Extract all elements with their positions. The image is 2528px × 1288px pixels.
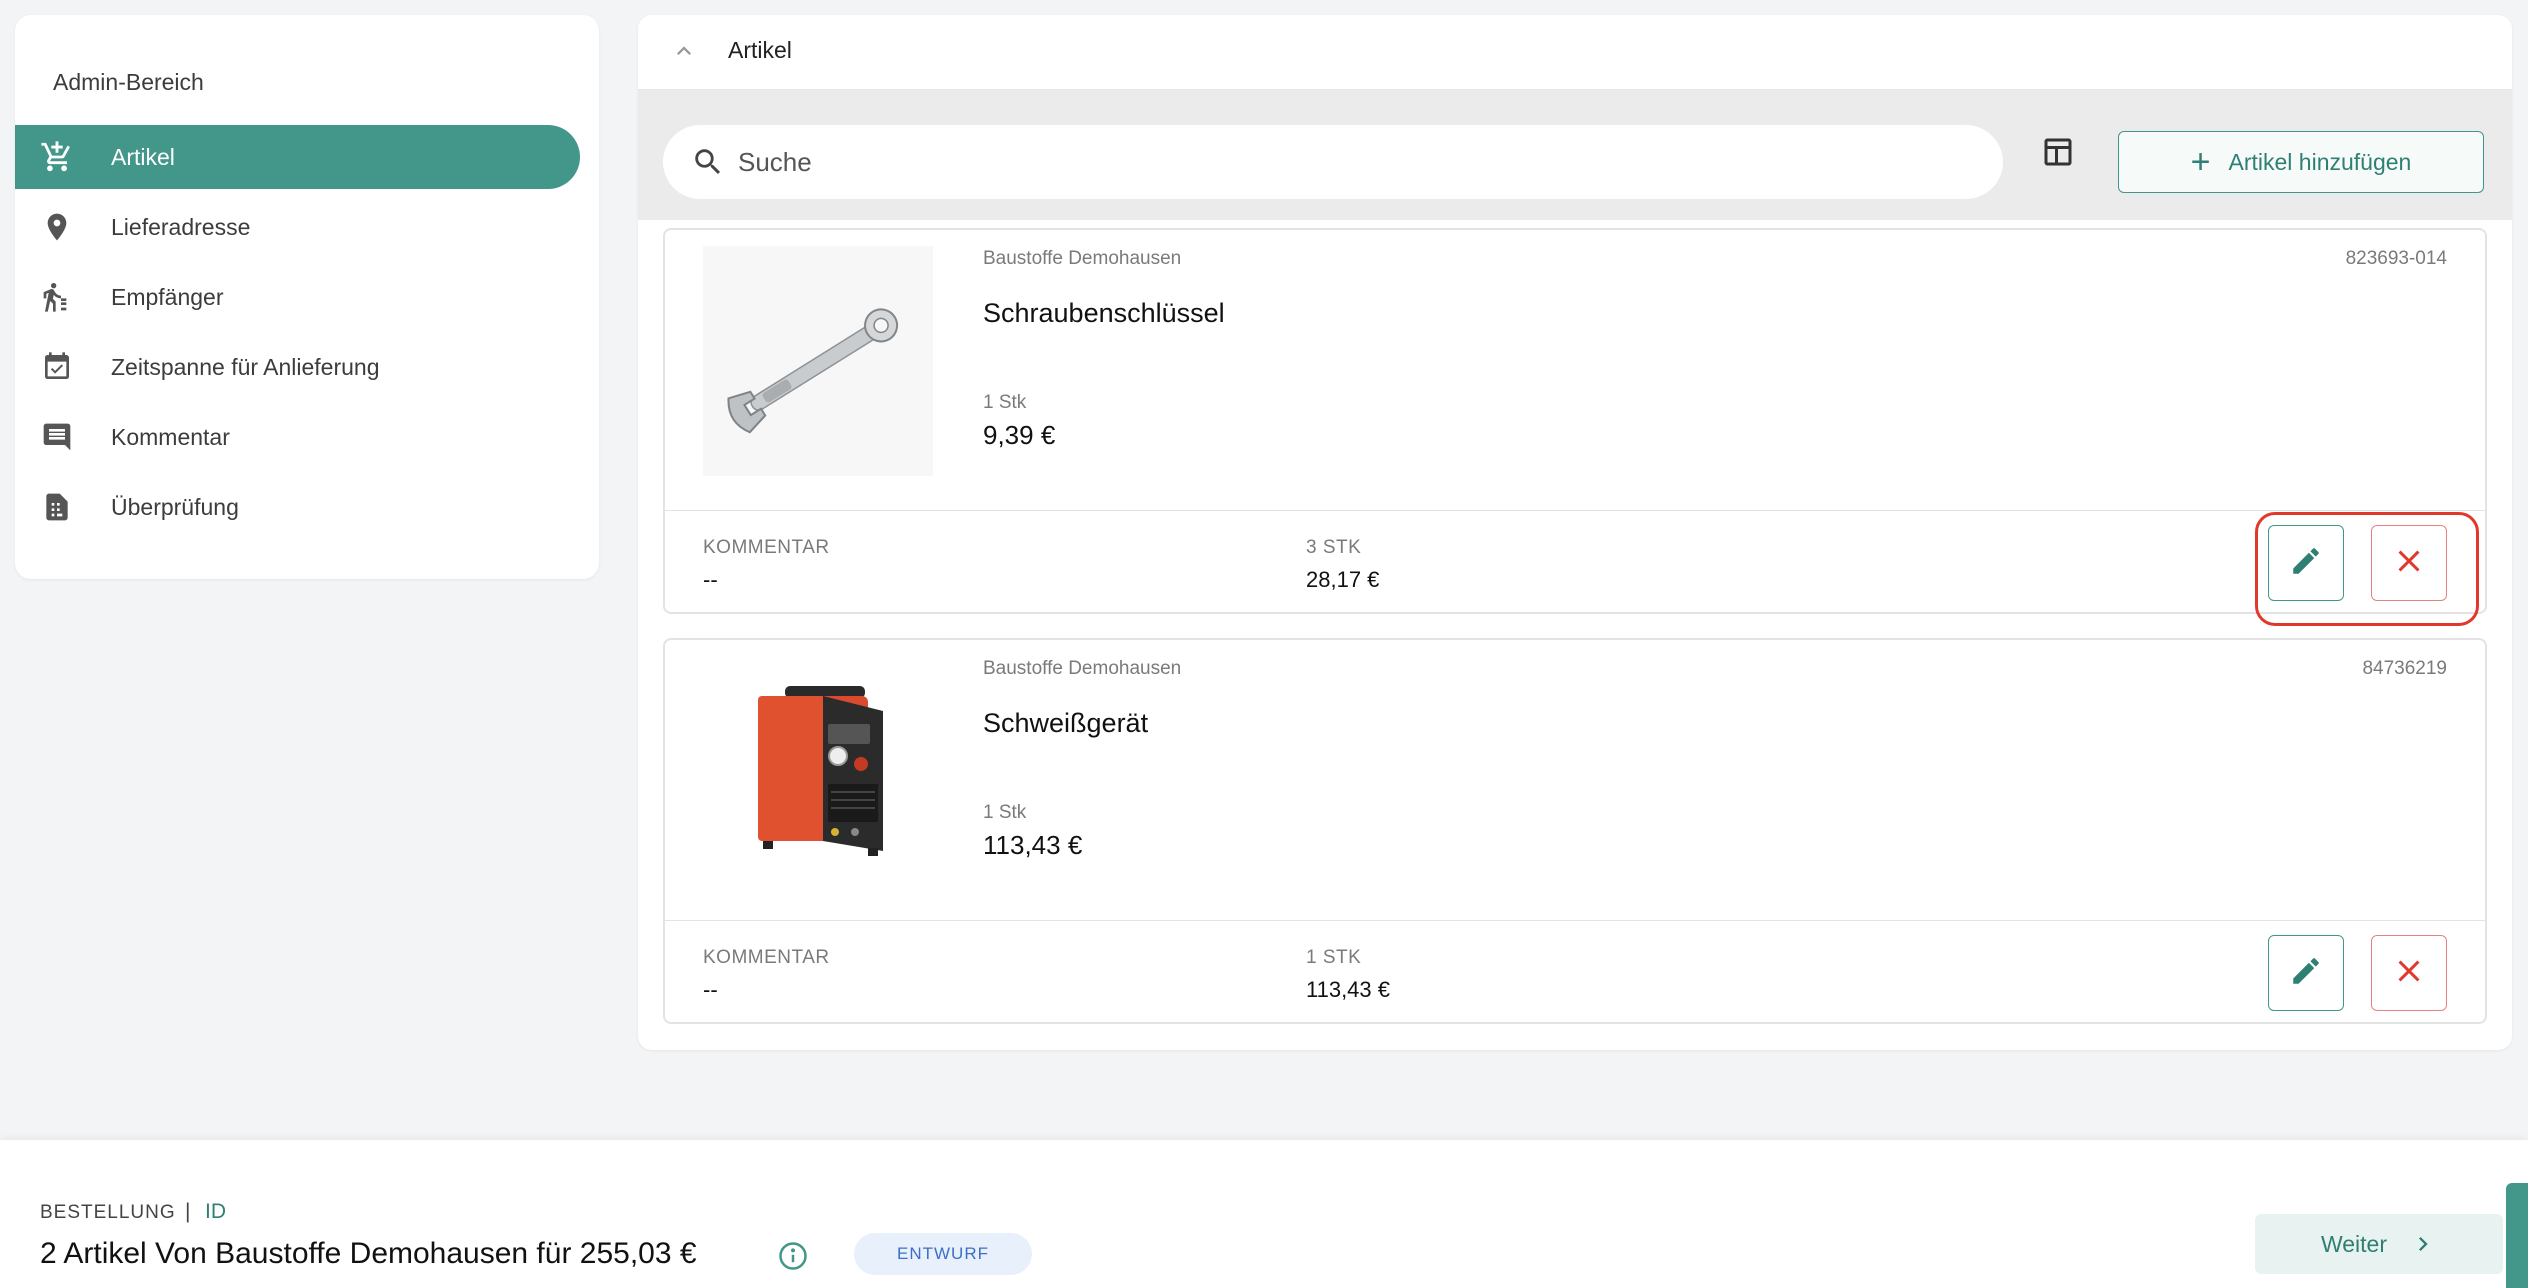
order-id-link[interactable]: ID (205, 1200, 226, 1224)
sidebar-item-label: Lieferadresse (111, 213, 251, 240)
chevron-right-icon (2409, 1230, 2437, 1258)
table-view-button[interactable] (2038, 134, 2078, 174)
comment-label: KOMMENTAR (703, 947, 830, 968)
sidebar-item-label: Empfänger (111, 283, 224, 310)
document-review-icon (39, 489, 75, 525)
comment-icon (39, 419, 75, 455)
sidebar-item-label: Artikel (111, 143, 175, 170)
unit-price: 113,43 € (983, 830, 1083, 860)
articles-panel: Artikel + Artikel hinzufügen (638, 15, 2512, 1050)
card-divider (665, 510, 2485, 511)
search-box (663, 125, 2003, 199)
article-number: 84736219 (2362, 658, 2447, 679)
welder-image (703, 656, 933, 886)
close-icon (2391, 543, 2427, 584)
add-article-button[interactable]: + Artikel hinzufügen (2118, 131, 2484, 193)
product-name: Schraubenschlüssel (983, 298, 1225, 328)
sidebar-item-label: Zeitspanne für Anlieferung (111, 353, 380, 380)
total-quantity: 1 STK (1306, 947, 1362, 968)
next-button[interactable]: Weiter (2255, 1214, 2503, 1274)
next-label: Weiter (2320, 1230, 2388, 1257)
sidebar-item-label: Überprüfung (111, 493, 239, 520)
close-icon (2391, 953, 2427, 994)
sidebar-item-ueberpruefung[interactable]: Überprüfung (15, 475, 580, 539)
cart-add-icon (39, 139, 75, 175)
chevron-up-icon[interactable] (670, 37, 698, 65)
sidebar-item-label: Kommentar (111, 423, 230, 450)
comment-label: KOMMENTAR (703, 537, 830, 558)
plus-icon: + (2190, 143, 2211, 181)
order-footer: BESTELLUNG | ID 2 Artikel Von Baustoffe … (0, 1140, 2528, 1288)
sidebar-item-empfaenger[interactable]: Empfänger (15, 265, 580, 329)
article-card: Baustoffe Demohausen 823693-014 Schraube… (663, 228, 2487, 626)
supplier-name: Baustoffe Demohausen (983, 658, 1182, 679)
search-icon (691, 145, 725, 179)
sidebar: Admin-Bereich Artikel Lieferadresse Empf… (15, 15, 599, 579)
wrench-image (703, 246, 933, 476)
location-pin-icon (39, 209, 75, 245)
unit-quantity: 1 Stk (983, 392, 1027, 413)
toolbar: + Artikel hinzufügen (638, 90, 2512, 220)
article-card: Baustoffe Demohausen 84736219 Schweißger… (663, 638, 2487, 1024)
sidebar-title: Admin-Bereich (53, 69, 204, 95)
card-divider (665, 920, 2485, 921)
delete-button[interactable] (2371, 525, 2447, 601)
sidebar-nav: Artikel Lieferadresse Empfänger Zeitspan… (15, 125, 599, 545)
sidebar-item-artikel[interactable]: Artikel (15, 125, 580, 189)
pencil-icon (2289, 954, 2323, 993)
comment-value: -- (703, 567, 718, 592)
search-input[interactable] (738, 125, 1978, 199)
sidebar-item-lieferadresse[interactable]: Lieferadresse (15, 195, 580, 259)
pencil-icon (2289, 544, 2323, 583)
delete-button[interactable] (2371, 935, 2447, 1011)
order-separator: | (185, 1200, 191, 1223)
total-price: 28,17 € (1306, 567, 1380, 592)
panel-header: Artikel (638, 15, 2512, 90)
unit-quantity: 1 Stk (983, 802, 1027, 823)
info-icon[interactable] (778, 1241, 808, 1271)
sidebar-item-kommentar[interactable]: Kommentar (15, 405, 580, 469)
table-view-icon (2040, 134, 2076, 175)
page-title: Artikel (728, 37, 792, 63)
order-summary: 2 Artikel Von Baustoffe Demohausen für 2… (40, 1237, 697, 1270)
total-price: 113,43 € (1306, 977, 1391, 1002)
side-drawer-tab[interactable] (2506, 1183, 2528, 1288)
add-article-label: Artikel hinzufügen (2228, 148, 2412, 175)
unit-price: 9,39 € (983, 420, 1056, 450)
sidebar-item-zeitspanne[interactable]: Zeitspanne für Anlieferung (15, 335, 580, 399)
article-number: 823693-014 (2345, 248, 2447, 269)
comment-value: -- (703, 977, 718, 1002)
person-walking-icon (39, 279, 75, 315)
order-label: BESTELLUNG (40, 1202, 176, 1223)
edit-button[interactable] (2268, 525, 2344, 601)
total-quantity: 3 STK (1306, 537, 1362, 558)
supplier-name: Baustoffe Demohausen (983, 248, 1182, 269)
status-badge: ENTWURF (854, 1233, 1032, 1275)
calendar-check-icon (39, 349, 75, 385)
edit-button[interactable] (2268, 935, 2344, 1011)
product-name: Schweißgerät (983, 708, 1149, 738)
